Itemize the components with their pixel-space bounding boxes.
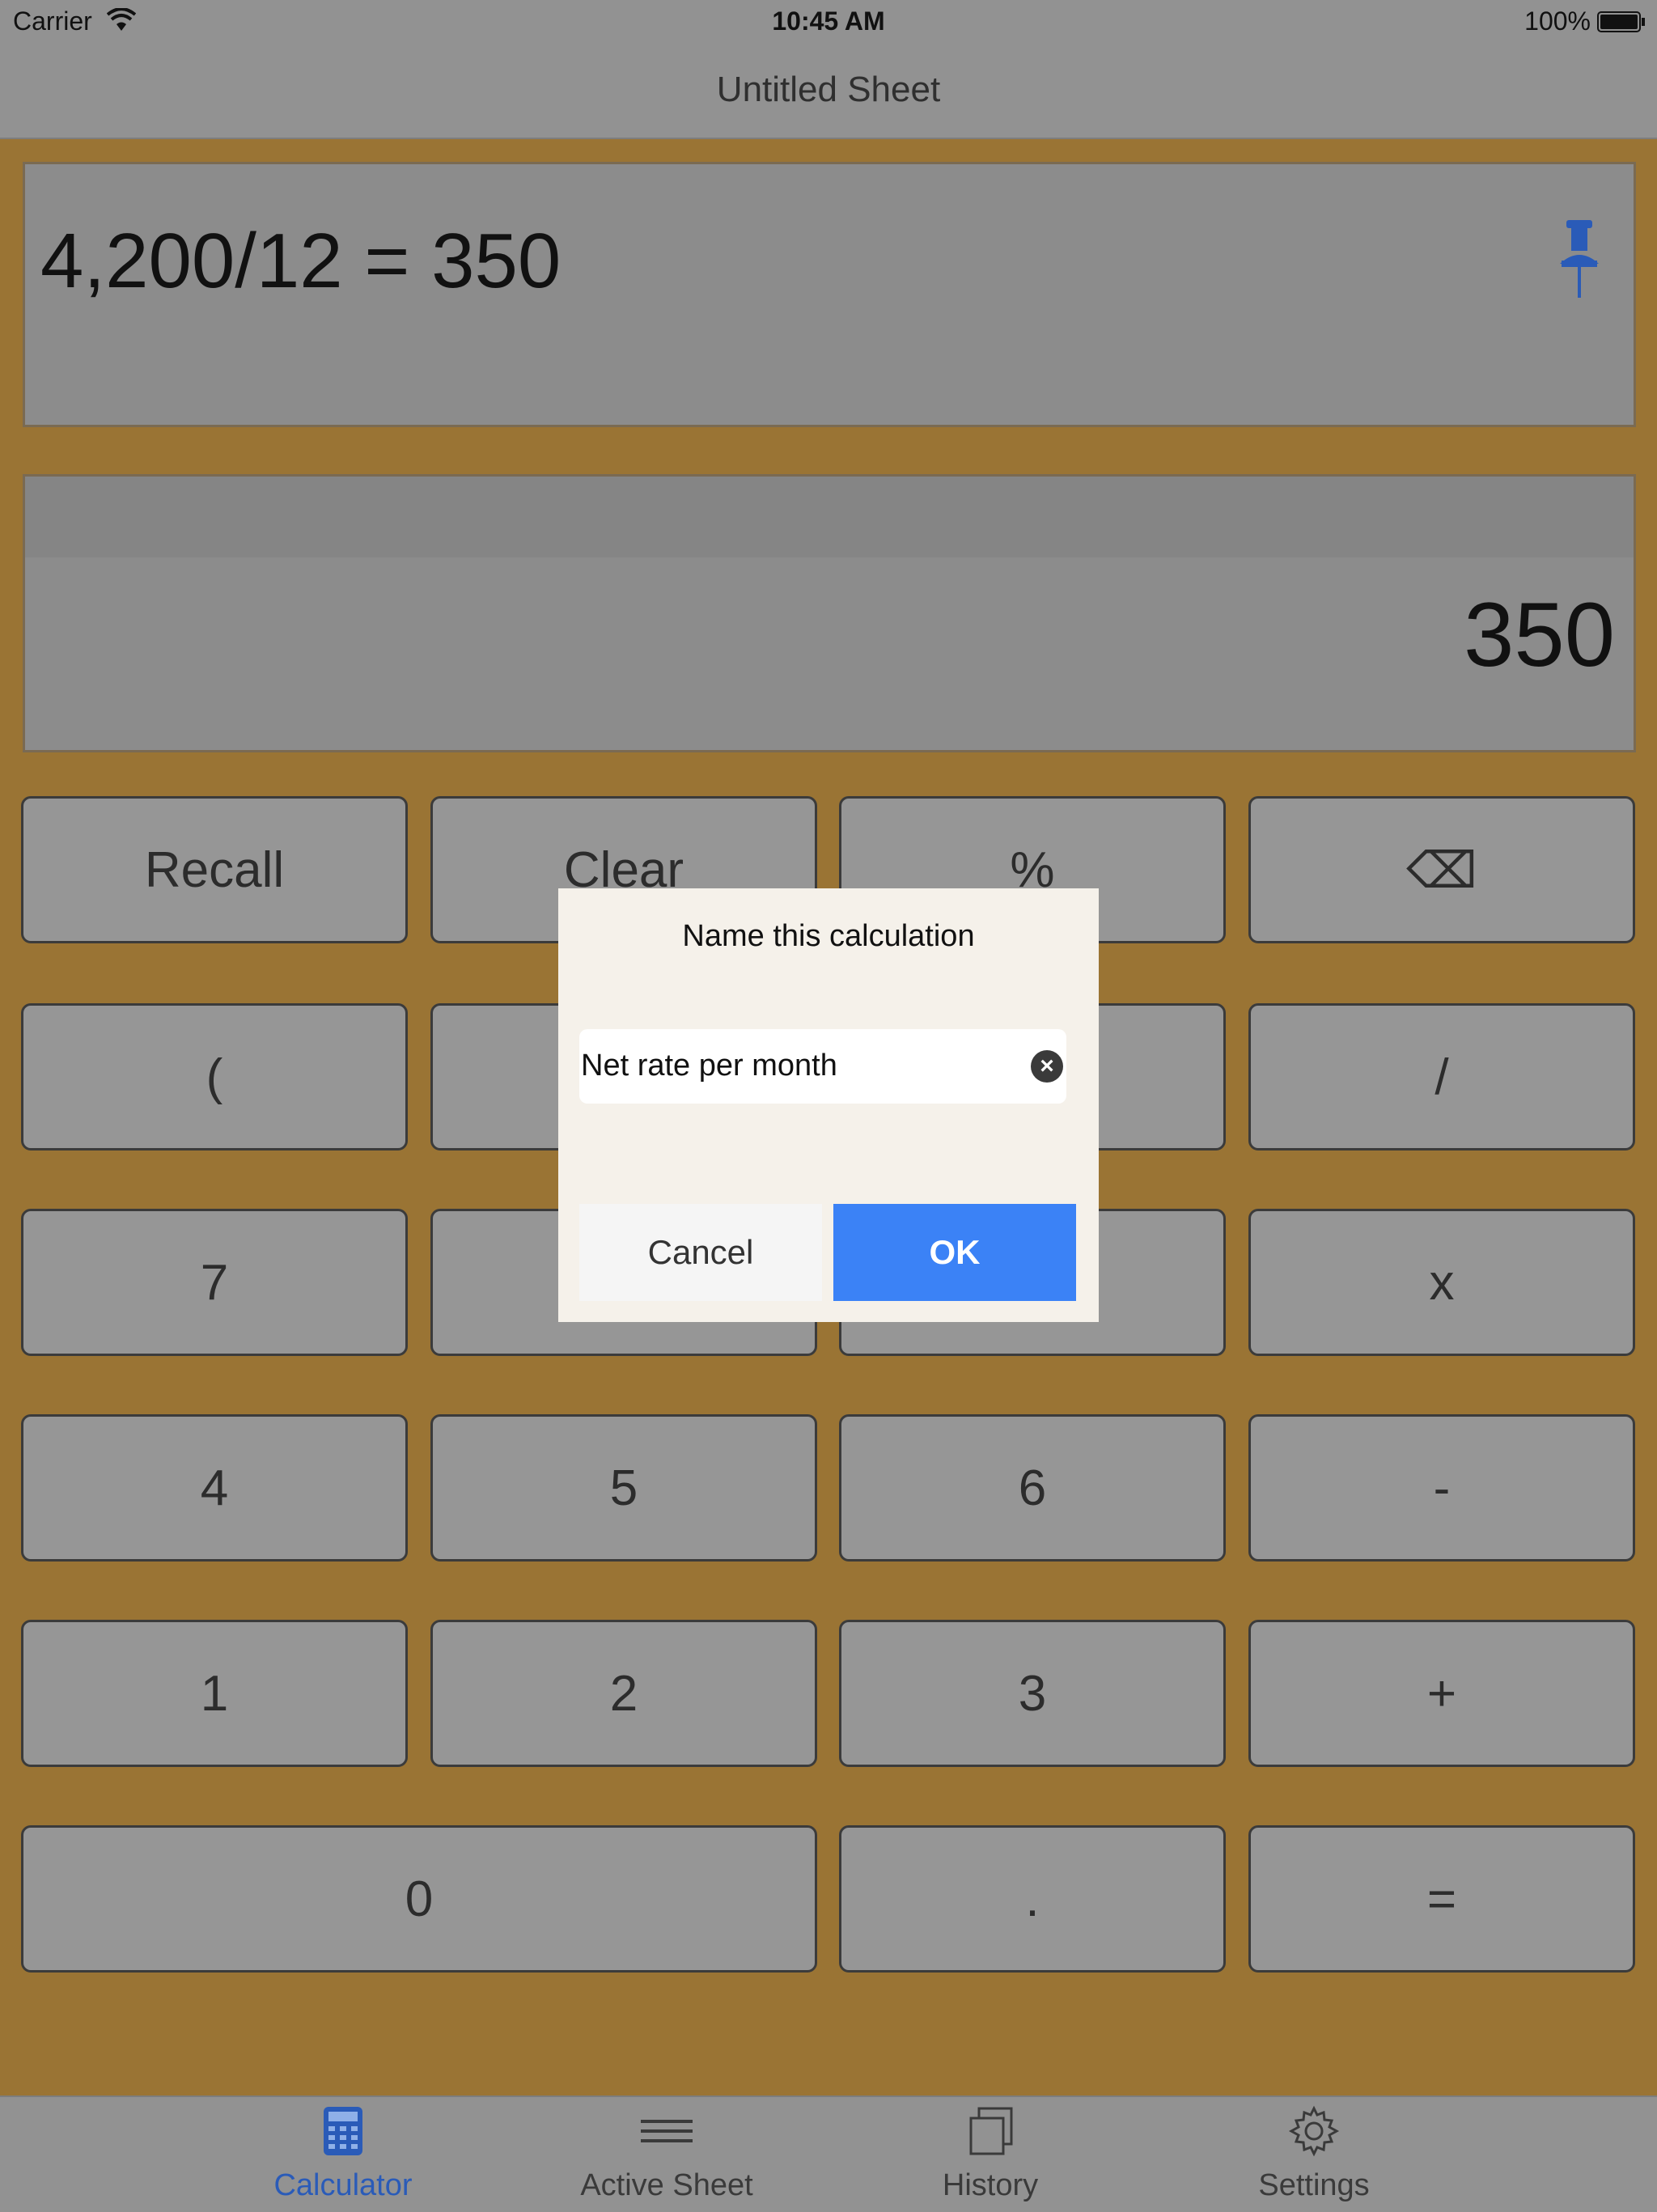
one-button[interactable]: 1 (21, 1620, 408, 1767)
decimal-button[interactable]: . (839, 1825, 1226, 1973)
battery-icon (1597, 11, 1645, 32)
tab-active-sheet[interactable]: Active Sheet (545, 2102, 788, 2207)
dialog-title: Name this calculation (682, 919, 975, 953)
page-title: Untitled Sheet (716, 70, 941, 109)
seven-button[interactable]: 7 (21, 1209, 408, 1356)
tab-settings[interactable]: Settings (1193, 2102, 1435, 2207)
tab-calculator[interactable]: Calculator (222, 2102, 464, 2207)
three-button[interactable]: 3 (839, 1620, 1226, 1767)
divide-button[interactable]: / (1248, 1003, 1635, 1150)
calculation-name-value: Net rate per month (581, 1049, 837, 1083)
open-paren-button[interactable]: ( (21, 1003, 408, 1150)
backspace-button[interactable]: ⌫ (1248, 796, 1635, 943)
tab-settings-label: Settings (1258, 2168, 1370, 2202)
battery-percent: 100% (1524, 6, 1591, 36)
nav-bar: Untitled Sheet (0, 45, 1657, 139)
status-time: 10:45 AM (772, 6, 885, 36)
status-bar: Carrier 10:45 AM 100% (0, 0, 1657, 45)
result-header-strip (25, 477, 1634, 557)
four-button[interactable]: 4 (21, 1414, 408, 1562)
clear-text-icon[interactable]: × (1031, 1050, 1063, 1083)
result-text: 350 (1464, 584, 1615, 685)
minus-button[interactable]: - (1248, 1414, 1635, 1562)
tab-history[interactable]: History (869, 2102, 1112, 2207)
zero-button[interactable]: 0 (21, 1825, 817, 1973)
gear-icon (1288, 2105, 1340, 2157)
history-icon (969, 2107, 1013, 2155)
tab-calculator-label: Calculator (273, 2168, 413, 2202)
two-button[interactable]: 2 (430, 1620, 817, 1767)
five-button[interactable]: 5 (430, 1414, 817, 1562)
ok-button[interactable]: OK (833, 1204, 1076, 1301)
tab-active-sheet-label: Active Sheet (580, 2168, 753, 2202)
multiply-button[interactable]: x (1248, 1209, 1635, 1356)
six-button[interactable]: 6 (839, 1414, 1226, 1562)
recall-button[interactable]: Recall (21, 796, 408, 943)
lines-icon (641, 2120, 693, 2142)
cancel-button[interactable]: Cancel (579, 1204, 822, 1301)
plus-button[interactable]: + (1248, 1620, 1635, 1767)
tab-history-label: History (942, 2168, 1039, 2202)
pin-icon[interactable] (1553, 218, 1605, 299)
calculator-icon (324, 2107, 362, 2155)
equals-button[interactable]: = (1248, 1825, 1635, 1973)
expression-text: 4,200/12 = 350 (40, 218, 562, 304)
